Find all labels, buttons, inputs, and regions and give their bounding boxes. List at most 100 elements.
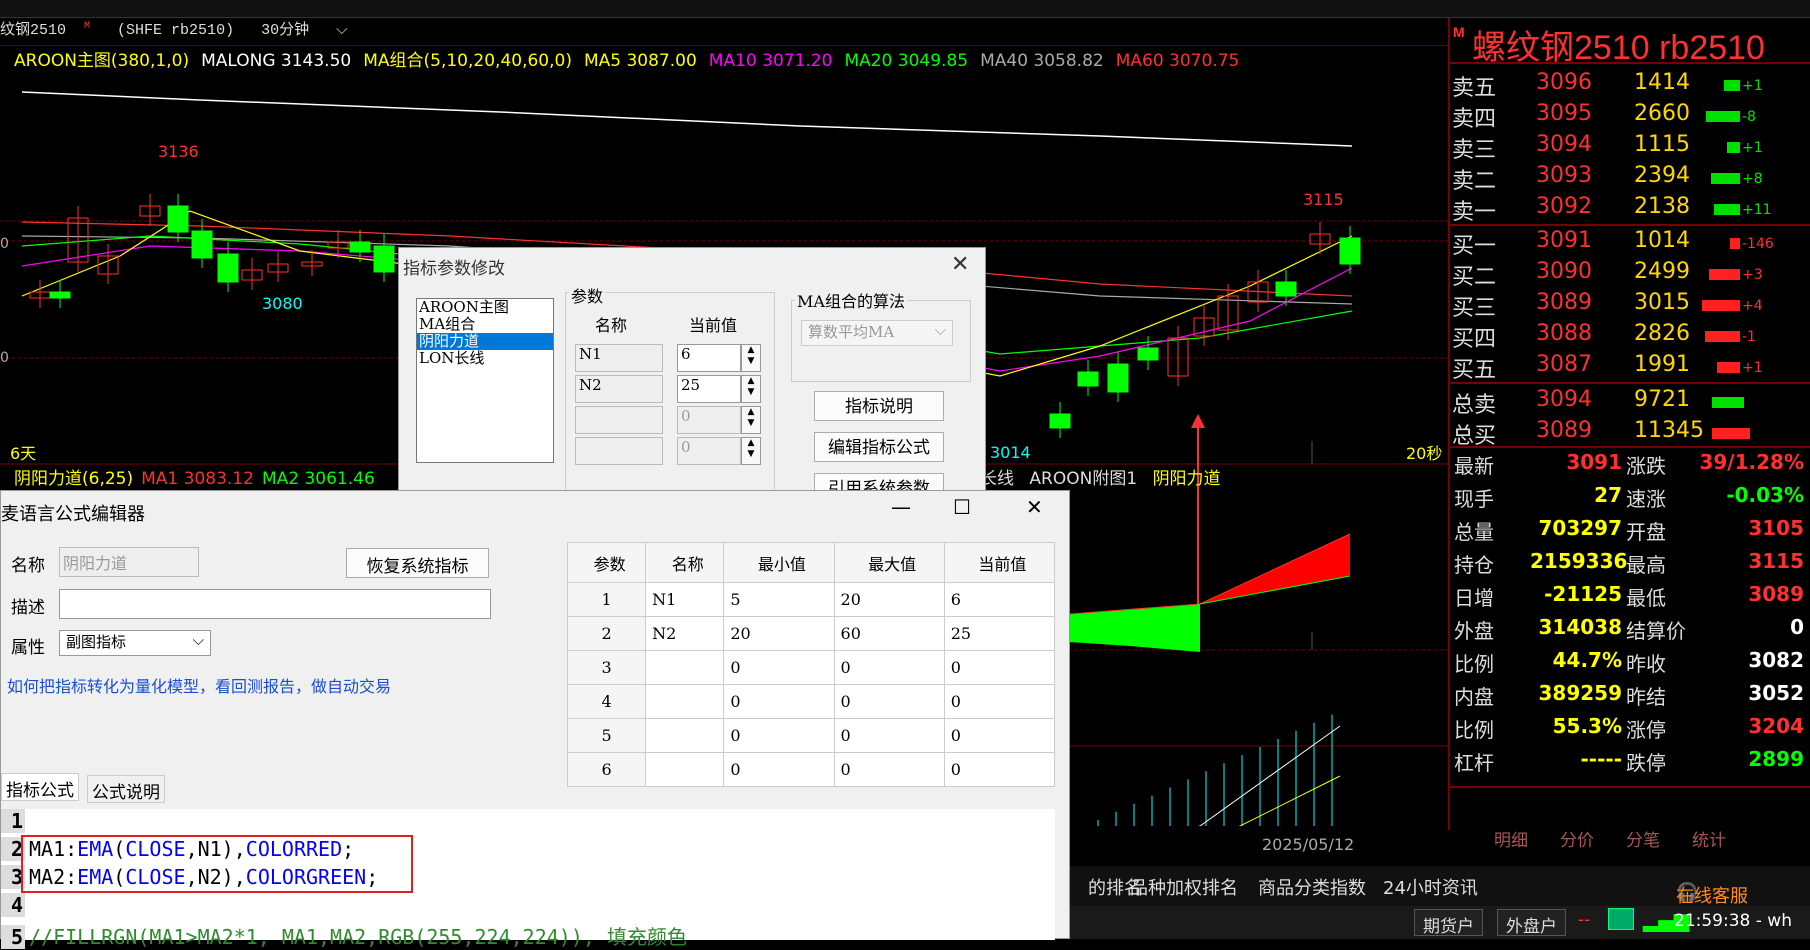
table-cell[interactable]: 6 (943, 582, 1056, 617)
aroon-sub-label: AROON附图1 (1029, 469, 1138, 489)
table-cell[interactable]: 0 (723, 752, 835, 787)
indicator-list[interactable]: AROON主图 MA组合 阴阳力道 LON长线 (416, 298, 554, 463)
table-cell[interactable]: 0 (833, 752, 945, 787)
table-cell[interactable]: 0 (943, 752, 1056, 787)
table-row[interactable]: 1 N1 5 20 6 (566, 582, 1056, 617)
close-icon[interactable]: ✕ (1026, 495, 1043, 519)
table-cell[interactable]: 20 (723, 616, 835, 651)
stat-label: 内盘 (1454, 685, 1494, 709)
nav-link-news[interactable]: 24小时资讯 (1383, 874, 1478, 900)
table-cell[interactable]: 25 (943, 616, 1056, 651)
table-row[interactable]: 5000 (566, 718, 1056, 753)
desc-field[interactable] (59, 589, 491, 619)
spin-buttons[interactable]: ▲ ▼ (741, 406, 761, 434)
level-label: 卖一 (1452, 200, 1497, 225)
spin-down-icon[interactable]: ▼ (742, 387, 760, 398)
orderbook-row[interactable]: 卖三 3094 1115 +1 (1450, 132, 1810, 163)
table-cell[interactable] (645, 718, 725, 753)
table-cell[interactable]: 0 (833, 718, 945, 753)
orderbook-row[interactable]: 买四 3088 2826 -1 (1450, 321, 1810, 352)
orderbook-row[interactable]: 卖五 3096 1414 +1 (1450, 70, 1810, 101)
table-cell[interactable]: 0 (833, 650, 945, 685)
tab-help[interactable]: 公式说明 (87, 775, 165, 803)
sub-indicator-value: MA1 3083.12 (141, 469, 254, 489)
param-table[interactable]: 参数 名称 最小值 最大值 当前值 1 N1 5 20 6 2 N2 20 60 25 3 0 0 0 4 0 0 0 5 0 0… (566, 542, 1056, 787)
maximize-icon[interactable]: ☐ (953, 495, 971, 519)
indicator-list-item[interactable]: LON长线 (417, 350, 553, 367)
top-toolbar[interactable] (0, 0, 1810, 18)
table-row[interactable]: 6000 (566, 752, 1056, 787)
quote-tab[interactable]: 明细 (1494, 826, 1528, 851)
minimize-icon[interactable]: — (891, 495, 911, 519)
param-value-field[interactable]: 0 (677, 406, 741, 434)
quant-model-link[interactable]: 如何把指标转化为量化模型，看回测报告，做自动交易 (7, 673, 391, 697)
orderbook-row[interactable]: 买一 3091 1014 -146 (1450, 228, 1810, 259)
table-cell[interactable] (645, 752, 725, 787)
table-cell[interactable]: N1 (645, 582, 725, 617)
param-value-field[interactable]: 0 (677, 437, 741, 465)
quote-tab[interactable]: 统计 (1692, 826, 1726, 851)
param-value-field[interactable]: 6 (677, 344, 741, 372)
code-editor[interactable]: 1 2 MA1:EMA(CLOSE,N1),COLORRED; 3 MA2:EMA(… (1, 809, 1055, 949)
name-field[interactable]: 阴阳力道 (59, 547, 199, 577)
futures-account-button[interactable]: 期货户 (1414, 909, 1483, 937)
table-row[interactable]: 2 N2 20 60 25 (566, 616, 1056, 651)
spin-buttons[interactable]: ▲ ▼ (741, 375, 761, 403)
volume-bar (1717, 362, 1740, 373)
table-cell[interactable]: 0 (833, 684, 945, 719)
sub-indicator-header: 阴阳力道(6,25) MA1 3083.12 MA2 3061.46 (14, 464, 383, 489)
orderbook-row[interactable]: 卖一 3092 2138 +11 (1450, 194, 1810, 225)
table-row[interactable]: 3000 (566, 650, 1056, 685)
prop-select[interactable]: 副图指标 ⌵ (59, 630, 211, 656)
spin-buttons[interactable]: ▲ ▼ (741, 344, 761, 372)
table-cell[interactable]: 0 (723, 684, 835, 719)
table-row[interactable]: 4000 (566, 684, 1056, 719)
quote-tab[interactable]: 分价 (1560, 826, 1594, 851)
orderbook-row[interactable]: 卖四 3095 2660 -8 (1450, 101, 1810, 132)
table-cell[interactable]: 60 (833, 616, 945, 651)
table-cell[interactable]: N2 (645, 616, 725, 651)
table-cell[interactable]: 0 (943, 650, 1056, 685)
candle-body (1137, 347, 1159, 361)
tab-formula[interactable]: 指标公式 (1, 773, 79, 801)
orderbook-row[interactable]: 买五 3087 1991 +1 (1450, 352, 1810, 383)
orderbook-row[interactable]: 卖二 3093 2394 +8 (1450, 163, 1810, 194)
indicator-desc-button[interactable]: 指标说明 (814, 391, 944, 421)
orderbook-row[interactable]: 总卖 3094 9721 (1450, 387, 1810, 418)
table-cell[interactable]: 20 (833, 582, 945, 617)
nav-link-category-index[interactable]: 商品分类指数 (1258, 874, 1366, 900)
foreign-account-button[interactable]: 外盘户 (1497, 909, 1566, 937)
candle-body (349, 241, 371, 253)
algo-select[interactable]: 算数平均MA ⌵ (801, 320, 953, 346)
table-cell[interactable]: 0 (943, 684, 1056, 719)
period-selector[interactable]: 30分钟 ⌵ (261, 22, 365, 39)
param-value-field[interactable]: 25 (677, 375, 741, 403)
table-cell[interactable] (645, 650, 725, 685)
indicator-list-item[interactable]: 阴阳力道 (417, 333, 553, 350)
table-cell[interactable]: 0 (723, 718, 835, 753)
close-icon[interactable]: ✕ (951, 252, 969, 277)
spin-up-icon[interactable]: ▲ (742, 376, 760, 387)
table-cell[interactable]: 0 (943, 718, 1056, 753)
table-cell[interactable]: 5 (723, 582, 835, 617)
edit-formula-button[interactable]: 编辑指标公式 (814, 432, 944, 462)
orderbook-row[interactable]: 总买 3089 11345 (1450, 418, 1810, 449)
spin-down-icon[interactable]: ▼ (742, 449, 760, 460)
quote-tab[interactable]: 分笔 (1626, 826, 1660, 851)
spin-up-icon[interactable]: ▲ (742, 438, 760, 449)
spin-up-icon[interactable]: ▲ (742, 407, 760, 418)
table-cell[interactable]: 0 (723, 650, 835, 685)
name-label: 名称 (11, 556, 45, 576)
orderbook-row[interactable]: 买二 3090 2499 +3 (1450, 259, 1810, 290)
nav-link-weighted-ranking[interactable]: 品种加权排名 (1130, 874, 1238, 900)
spin-down-icon[interactable]: ▼ (742, 418, 760, 429)
restore-system-button[interactable]: 恢复系统指标 (346, 548, 489, 578)
indicator-list-item[interactable]: MA组合 (417, 316, 553, 333)
volume-change: +8 (1742, 171, 1763, 187)
spin-up-icon[interactable]: ▲ (742, 345, 760, 356)
spin-down-icon[interactable]: ▼ (742, 356, 760, 367)
indicator-list-item[interactable]: AROON主图 (417, 299, 553, 316)
orderbook-row[interactable]: 买三 3089 3015 +4 (1450, 290, 1810, 321)
spin-buttons[interactable]: ▲ ▼ (741, 437, 761, 465)
table-cell[interactable] (645, 684, 725, 719)
